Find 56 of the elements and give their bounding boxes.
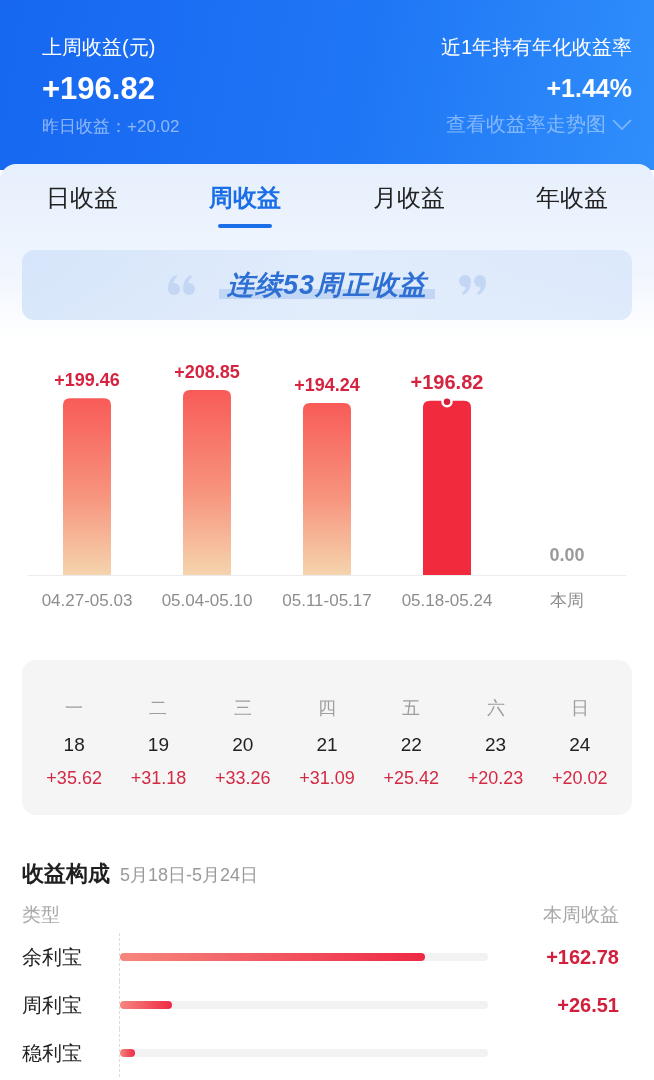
- weekly-earnings: +162.78: [546, 945, 619, 970]
- category-label: 04.27-05.03: [41, 591, 133, 610]
- annual-yield-label: 近1年持有年化收益率: [440, 35, 632, 60]
- weekday-label: 四: [318, 697, 336, 720]
- date-label: 21: [316, 733, 338, 757]
- date-label: 19: [147, 733, 169, 757]
- product-name: 稳利宝: [22, 1041, 83, 1066]
- tab[interactable]: 周收益: [205, 182, 286, 228]
- section-title: 收益构成: [22, 860, 110, 888]
- daily-earnings: +31.09: [299, 767, 355, 790]
- close-quote-icon: [457, 274, 487, 296]
- yesterday-earnings: 昨日收益：+20.02: [42, 116, 180, 138]
- daily-earnings: +35.62: [46, 767, 102, 790]
- selection-dot-icon: [441, 395, 453, 408]
- tab[interactable]: 月收益: [368, 182, 449, 228]
- annual-yield-value: +1.44%: [546, 73, 632, 104]
- product-name: 周利宝: [22, 993, 83, 1018]
- bar[interactable]: [63, 398, 111, 575]
- date-label: 20: [232, 733, 254, 757]
- column-header: 类型: [22, 903, 60, 927]
- chevron-down-icon: [612, 118, 632, 130]
- weekday-label: 六: [486, 697, 505, 720]
- bar-value-label: 0.00: [549, 545, 585, 565]
- daily-earnings: +20.23: [467, 767, 524, 790]
- category-label: 本周: [550, 591, 584, 610]
- daily-earnings: +20.02: [552, 767, 608, 790]
- tab[interactable]: 年收益: [532, 182, 613, 228]
- category-label: 05.11-05.17: [282, 591, 372, 610]
- column-header: 本周收益: [543, 903, 619, 927]
- weekday-label: 五: [402, 697, 421, 720]
- weekday-label: 二: [149, 697, 168, 720]
- weekday-label: 三: [233, 697, 252, 720]
- date-label: 23: [485, 733, 507, 757]
- bar[interactable]: [183, 390, 231, 575]
- weekday-label: 一: [65, 697, 84, 720]
- daily-earnings: +25.42: [383, 767, 440, 790]
- last-week-label: 上周收益(元): [42, 35, 156, 60]
- date-label: 24: [569, 733, 591, 757]
- bar-value-label: +208.85: [174, 362, 240, 382]
- open-quote-icon: [166, 274, 197, 296]
- bar[interactable]: [303, 402, 351, 575]
- tab[interactable]: 日收益: [41, 182, 122, 228]
- product-name: 余利宝: [22, 945, 83, 970]
- category-label: 05.18-05.24: [401, 591, 493, 610]
- bar-value-label: +199.46: [54, 370, 120, 391]
- weekday-label: 日: [570, 697, 589, 720]
- bar-value-label: +196.82: [410, 370, 484, 393]
- date-label: 22: [400, 733, 422, 757]
- category-label: 05.04-05.10: [161, 591, 253, 610]
- daily-earnings: +33.26: [214, 767, 271, 790]
- daily-earnings: +31.18: [130, 767, 187, 790]
- date-range: 5月18日-5月24日: [120, 864, 259, 887]
- last-week-earnings: +196.82: [42, 70, 155, 108]
- bar-value-label: +194.24: [294, 374, 360, 395]
- date-label: 18: [63, 733, 85, 757]
- weekly-earnings: +26.51: [557, 993, 619, 1018]
